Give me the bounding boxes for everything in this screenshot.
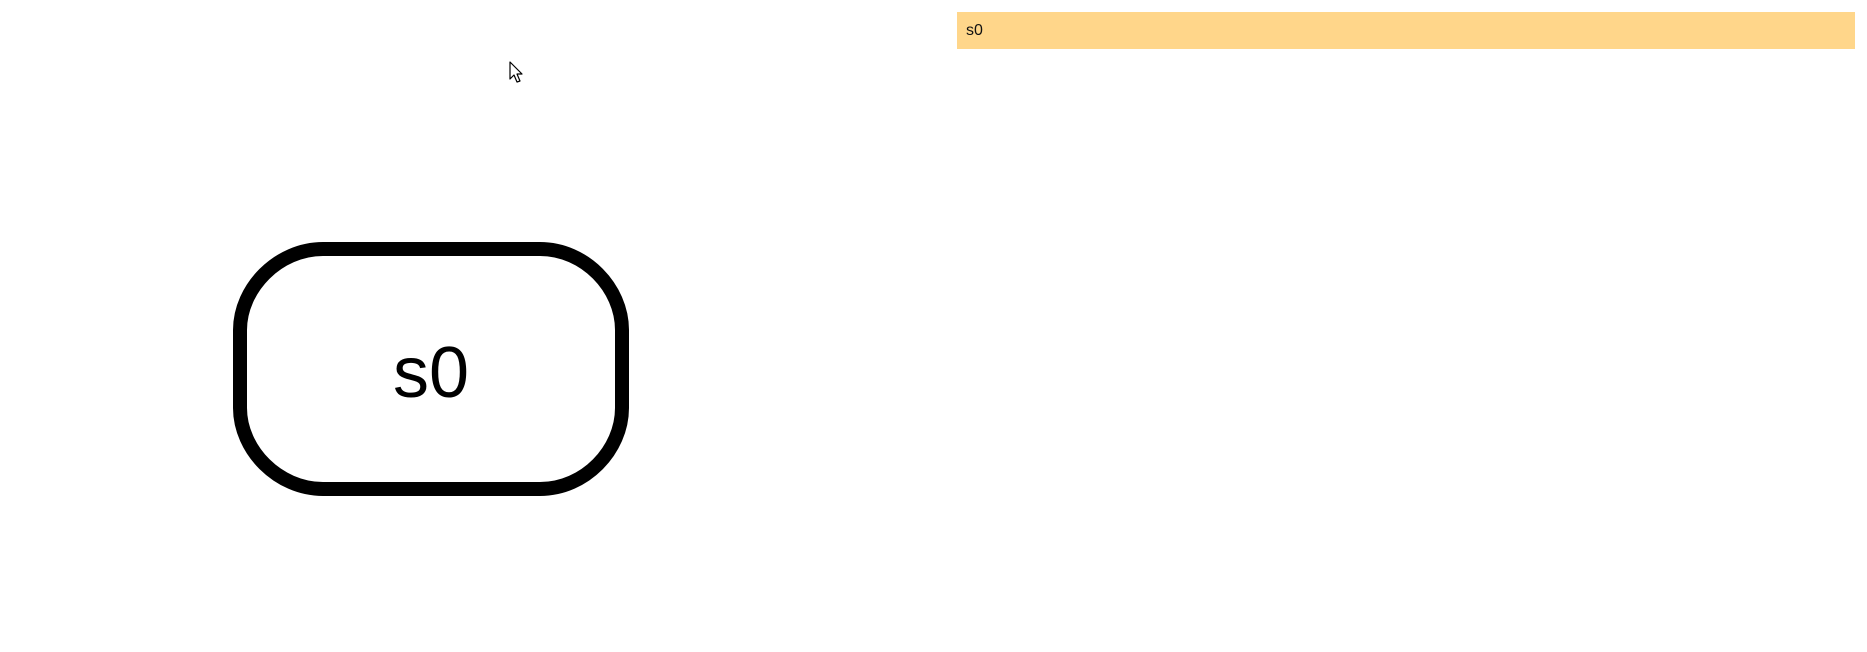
state-node-label: s0 [393, 333, 469, 413]
mouse-pointer-icon [509, 61, 523, 83]
state-node-s0[interactable]: s0 [233, 242, 629, 496]
state-diagram-canvas: s0 [233, 242, 629, 496]
